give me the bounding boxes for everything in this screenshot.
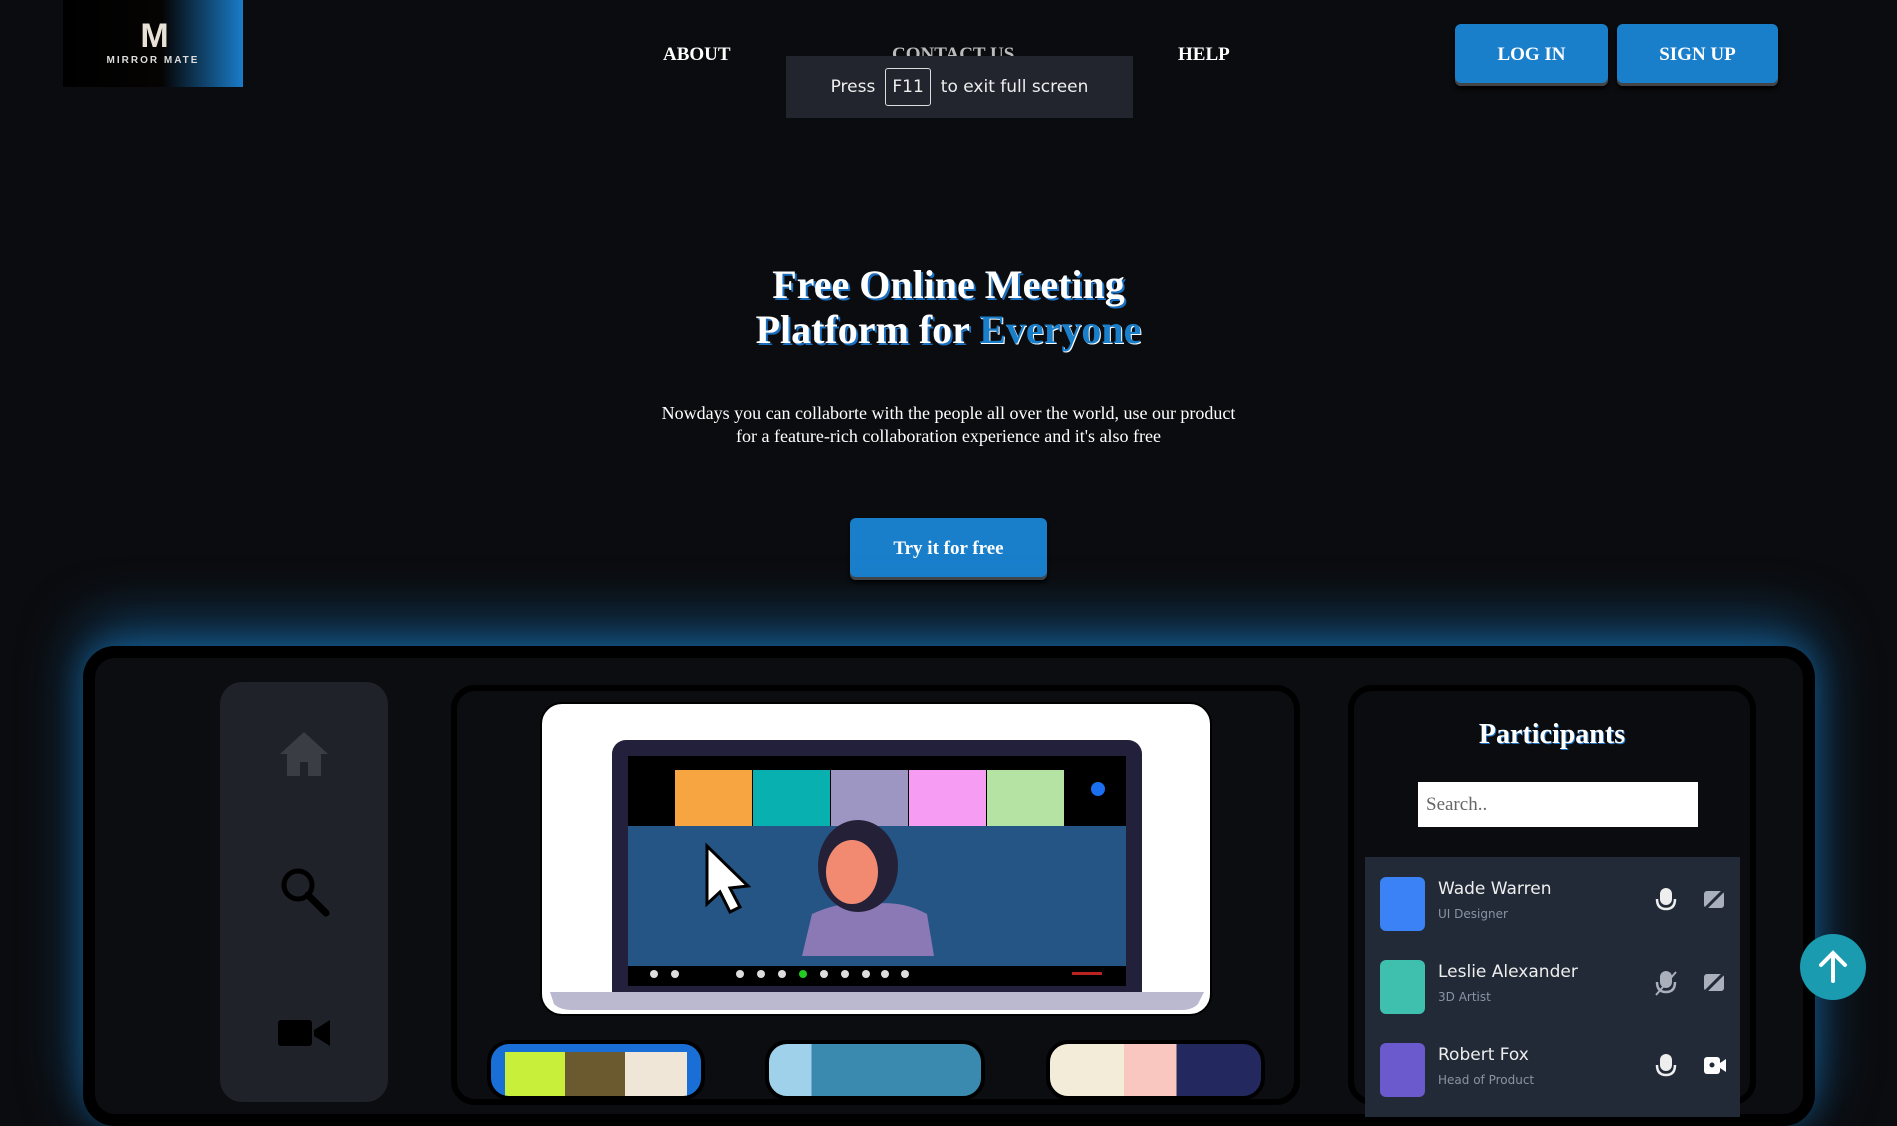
toast-key: F11 (885, 68, 931, 106)
camera-off-icon[interactable] (1703, 887, 1727, 911)
participants-title: Participants (1478, 719, 1626, 750)
hero-title-line2: Platform for (755, 307, 970, 352)
video-icon[interactable] (278, 1018, 330, 1048)
login-button[interactable]: LOG IN (1455, 24, 1608, 86)
fullscreen-toast: Press F11 to exit full screen (786, 56, 1133, 118)
laptop-video-call-image (550, 740, 1204, 1010)
hero-title-line1: Free Online Meeting (772, 262, 1125, 307)
participant-row[interactable]: Robert Fox Head of Product (1365, 1023, 1740, 1106)
participant-name: Leslie Alexander (1438, 962, 1578, 982)
meeting-illustration (540, 702, 1212, 1016)
camera-off-icon[interactable] (1703, 970, 1727, 994)
hero-description: Nowdays you can collaborte with the peop… (0, 402, 1897, 448)
camera-on-icon[interactable] (1703, 1053, 1727, 1077)
search-icon[interactable] (278, 865, 330, 917)
toast-press: Press (830, 77, 876, 97)
participant-role: 3D Artist (1438, 990, 1491, 1004)
participants-panel: Participants Wade Warren UI Designer Les… (1348, 685, 1756, 1117)
avatar (1380, 960, 1425, 1014)
participant-row[interactable]: Leslie Alexander 3D Artist (1365, 940, 1740, 1023)
home-icon[interactable] (278, 730, 330, 778)
avatar (1380, 877, 1425, 931)
avatar (1380, 1043, 1425, 1097)
nav-about[interactable]: ABOUT (663, 44, 731, 66)
preview-sidebar (220, 682, 388, 1102)
participants-list: Wade Warren UI Designer Leslie Alexander… (1365, 857, 1740, 1117)
logo[interactable]: M MIRROR MATE (63, 0, 243, 87)
nav-help[interactable]: HELP (1178, 44, 1230, 66)
logo-mark: M (140, 17, 168, 55)
participant-role: Head of Product (1438, 1073, 1535, 1087)
mic-off-icon[interactable] (1655, 970, 1677, 996)
thumbnail-1[interactable] (487, 1040, 705, 1100)
logo-text: MIRROR MATE (106, 55, 200, 66)
participant-role: UI Designer (1438, 907, 1508, 921)
mic-on-icon[interactable] (1655, 887, 1677, 913)
thumbnail-3[interactable] (1046, 1040, 1265, 1100)
participant-name: Robert Fox (1438, 1045, 1529, 1065)
thumbnail-2[interactable] (765, 1040, 985, 1100)
toast-text: to exit full screen (940, 77, 1089, 97)
participants-search-input[interactable] (1418, 782, 1698, 827)
participant-name: Wade Warren (1438, 879, 1552, 899)
hero-desc-line2: for a feature-rich collaboration experie… (735, 426, 1162, 446)
try-free-button[interactable]: Try it for free (850, 518, 1047, 580)
arrow-up-icon (1819, 950, 1847, 983)
hero-desc-line1: Nowdays you can collaborte with the peop… (661, 403, 1236, 423)
signup-button[interactable]: SIGN UP (1617, 24, 1778, 86)
hero-title: Free Online Meeting Platform for Everyon… (0, 262, 1897, 352)
mic-on-icon[interactable] (1655, 1053, 1677, 1079)
participant-row[interactable]: Wade Warren UI Designer (1365, 857, 1740, 940)
scroll-to-top-button[interactable] (1800, 934, 1866, 1000)
hero-title-highlight: Everyone (979, 307, 1142, 352)
